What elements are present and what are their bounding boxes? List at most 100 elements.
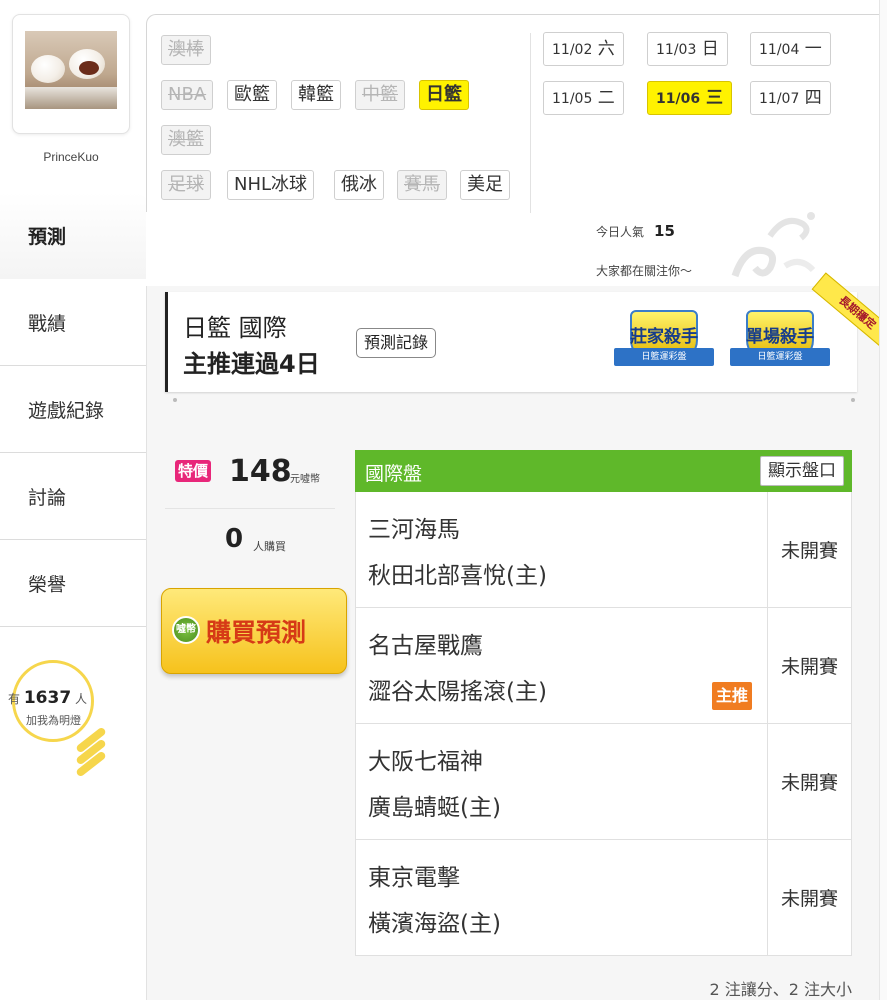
date-chip-1106[interactable]: 11/06 三 [647,81,732,115]
special-price-tag: 特價 [175,460,212,482]
filter-divider [530,33,531,213]
show-odds-button[interactable]: 顯示盤口 [760,456,844,486]
date-label: 11/05 [552,91,593,107]
games-header-title: 國際盤 [365,463,423,485]
date-chip-1103[interactable]: 11/03 日 [647,32,728,66]
avatar-bun-filling [79,61,99,75]
badge-title: 莊家殺手 [630,327,698,347]
price-divider [165,508,335,509]
category-chip-russia-hockey[interactable]: 俄冰 [334,170,384,200]
follower-prefix: 有 [8,692,21,706]
category-chip-soccer[interactable]: 足球 [161,170,211,200]
nav-item-label: 榮譽 [28,573,67,596]
nav-item-discussion[interactable]: 討論 [0,453,146,540]
corner-dot [851,398,855,402]
weekday-label: 二 [597,88,615,108]
date-label: 11/03 [656,42,697,58]
prediction-record-button[interactable]: 預測記錄 [356,328,437,358]
popularity-label: 今日人氣 [596,225,645,239]
category-chip-aus-baseball[interactable]: 澳棒 [161,35,211,65]
corner-dot [173,398,177,402]
weekday-label: 四 [804,88,822,108]
date-label: 11/07 [759,91,800,107]
single-game-killer-badge: 單場殺手 日籃運彩盤 [728,310,832,372]
nav-item-honors[interactable]: 榮譽 [0,540,146,627]
nav-item-label: 預測 [28,226,67,248]
follow-caption: 加我為明燈 [26,714,81,727]
nav-item-label: 遊戲紀錄 [28,399,105,422]
main-area: 日籃 國際 主推連過4日 預測記錄 莊家殺手 日籃運彩盤 單場殺手 日籃運彩盤 … [146,272,887,1000]
follower-count: 有 1637 人 [8,688,108,708]
category-chip-nba[interactable]: NBA [161,80,214,110]
away-team: 大阪七福神 [368,749,483,775]
nav-item-game-history[interactable]: 遊戲紀錄 [0,366,146,453]
game-status: 未開賽 [767,724,851,839]
nav-item-label: 討論 [28,486,67,509]
away-team: 名古屋戰鷹 [368,633,483,659]
buy-prediction-button[interactable]: 噓幣 購買預測 [161,588,347,674]
category-chip-nhl[interactable]: NHL冰球 [227,170,315,200]
category-chip-china-basketball[interactable]: 中籃 [355,80,405,110]
away-team: 東京電擊 [368,865,460,891]
table-row: 名古屋戰鷹 澀谷太陽搖滾(主) 主推 未開賽 [355,608,852,724]
game-status: 未開賽 [767,608,851,723]
weekday-label: 三 [706,88,723,108]
price-unit: 元噓幣 [290,474,320,485]
league-title: 日籃 國際 [183,314,287,342]
streak-title: 主推連過4日 [183,350,320,378]
game-status: 未開賽 [767,492,851,607]
date-chip-1105[interactable]: 11/05 二 [543,81,624,115]
date-label: 11/02 [552,42,593,58]
nav-item-label: 戰績 [28,312,67,335]
scrollbar[interactable] [879,0,887,1000]
buyer-count-unit: 人購買 [253,540,286,553]
weekday-label: 日 [701,39,719,59]
follower-suffix: 人 [75,692,88,706]
filter-panel: 澳棒 NBA 歐籃 韓籃 中籃 日籃 澳籃 足球 NHL冰球 俄冰 賽馬 美足 … [146,14,879,213]
bulb-base-icon [74,726,110,778]
buyer-count: 0 [225,524,244,554]
date-chip-1102[interactable]: 11/02 六 [543,32,624,66]
popularity-note: 大家都在關注你～ [596,264,693,278]
date-chip-1104[interactable]: 11/04 一 [750,32,831,66]
table-row: 東京電擊 橫濱海盜(主) 未開賽 [355,840,852,956]
games-table: 國際盤 顯示盤口 三河海馬 秋田北部喜悅(主) 未開賽 名古屋戰鷹 澀谷太陽搖滾… [355,450,852,956]
home-team: 廣島蜻蜓(主) [368,795,501,821]
main-pick-badge: 主推 [712,682,753,710]
date-label: 11/06 [656,91,701,107]
price-amount: 148 [229,454,292,489]
nav-item-predictions[interactable]: 預測 [0,192,146,279]
games-header: 國際盤 顯示盤口 [355,450,852,492]
badge-ribbon: 日籃運彩盤 [614,348,714,366]
bet-summary: 2 注讓分、2 注大小 [709,980,852,999]
category-chip-us-football[interactable]: 美足 [460,170,510,200]
avatar[interactable] [25,31,117,109]
category-chip-aus-basketball[interactable]: 澳籃 [161,125,211,155]
away-team: 三河海馬 [368,517,460,543]
category-chip-euro-basketball[interactable]: 歐籃 [227,80,277,110]
category-chip-korea-basketball[interactable]: 韓籃 [291,80,341,110]
avatar-card[interactable] [12,14,130,134]
nav-item-record[interactable]: 戰績 [0,279,146,366]
popularity-value: 15 [654,222,675,240]
follow-bulb[interactable]: 有 1637 人 加我為明燈 [8,660,118,790]
side-nav: 預測 戰績 遊戲紀錄 討論 榮譽 [0,192,146,627]
badge-title: 單場殺手 [746,327,814,347]
avatar-plate [25,87,117,109]
home-team: 秋田北部喜悅(主) [368,563,547,589]
badge-ribbon: 日籃運彩盤 [730,348,830,366]
weekday-label: 一 [804,39,822,59]
avatar-bun-left [31,55,65,83]
category-chip-horse-racing[interactable]: 賽馬 [397,170,447,200]
banker-killer-badge: 莊家殺手 日籃運彩盤 [612,310,716,372]
popularity: 今日人氣 15 [596,222,675,240]
coin-icon: 噓幣 [172,616,200,644]
table-row: 大阪七福神 廣島蜻蜓(主) 未開賽 [355,724,852,840]
weekday-label: 六 [597,39,615,59]
follower-number: 1637 [23,688,72,708]
date-label: 11/04 [759,42,800,58]
category-chip-japan-basketball[interactable]: 日籃 [419,80,469,110]
date-chip-1107[interactable]: 11/07 四 [750,81,831,115]
home-team: 澀谷太陽搖滾(主) [368,679,547,705]
username[interactable]: PrinceKuo [12,150,130,164]
